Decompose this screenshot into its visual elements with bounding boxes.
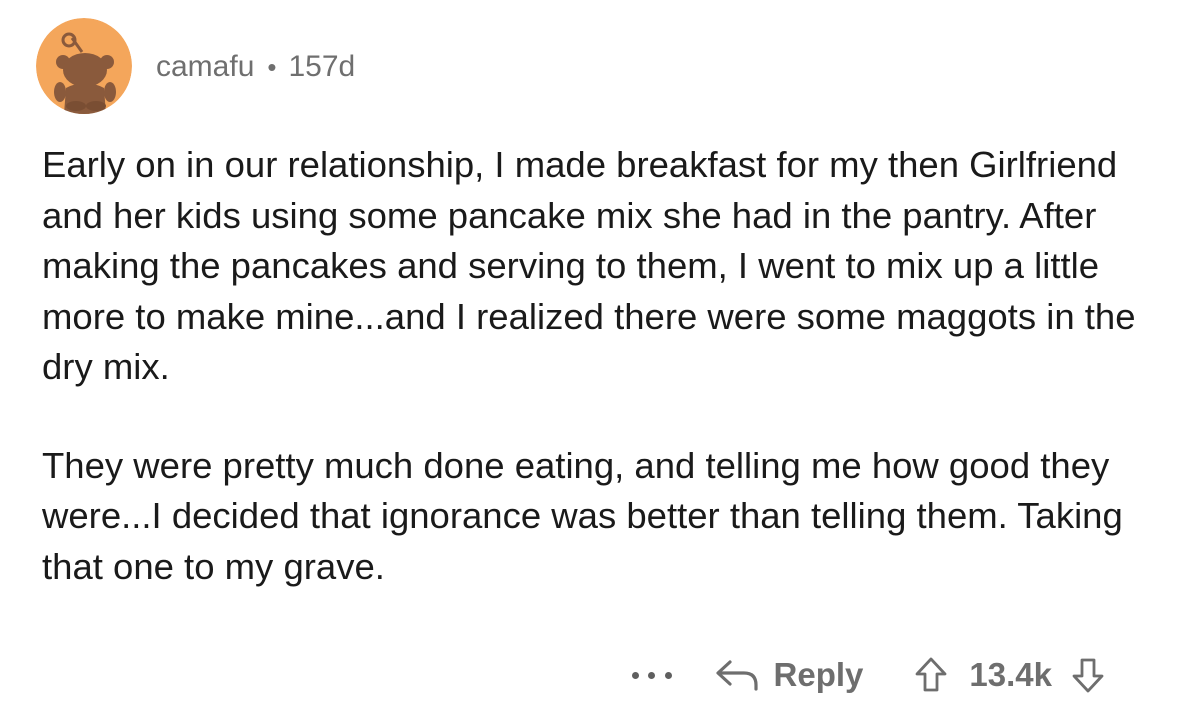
comment-paragraph: Early on in our relationship, I made bre… bbox=[42, 144, 1136, 387]
vote-controls: 13.4k bbox=[915, 656, 1104, 694]
reply-label: Reply bbox=[773, 656, 864, 693]
comment-header: camafu • 157d bbox=[36, 18, 355, 114]
reply-arrow-icon bbox=[715, 660, 758, 691]
comment-age: 157d bbox=[288, 50, 356, 83]
ellipsis-dot bbox=[664, 671, 672, 679]
vote-score: 13.4k bbox=[969, 656, 1052, 693]
comment-actions: Reply 13.4k bbox=[631, 650, 1104, 700]
avatar[interactable] bbox=[36, 18, 132, 114]
comment: camafu • 157d Early on in our relationsh… bbox=[0, 0, 1179, 715]
comment-paragraph: They were pretty much done eating, and t… bbox=[42, 444, 1123, 587]
ellipsis-dot bbox=[648, 671, 656, 679]
ellipsis-icon bbox=[631, 671, 639, 679]
more-options-button[interactable] bbox=[631, 665, 672, 685]
downvote-arrow-icon[interactable] bbox=[1072, 657, 1104, 693]
comment-body: Early on in our relationship, I made bre… bbox=[42, 140, 1152, 592]
comment-meta: camafu • 157d bbox=[156, 50, 355, 84]
upvote-arrow-icon[interactable] bbox=[915, 657, 947, 693]
reply-button[interactable]: Reply bbox=[714, 656, 864, 694]
meta-separator: • bbox=[267, 51, 277, 82]
username[interactable]: camafu bbox=[156, 50, 254, 84]
snoo-avatar-icon bbox=[36, 18, 132, 114]
